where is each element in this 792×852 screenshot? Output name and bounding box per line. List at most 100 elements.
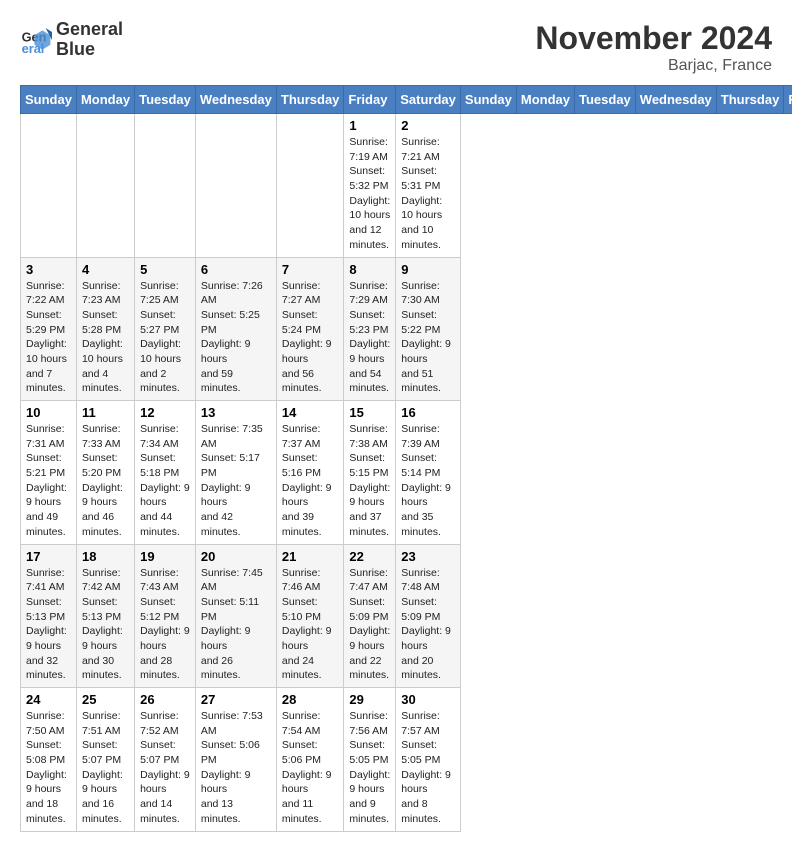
day-info: Sunrise: 7:38 AM Sunset: 5:15 PM Dayligh… — [349, 422, 390, 540]
day-header-sunday: Sunday — [460, 86, 516, 114]
day-cell: 26Sunrise: 7:52 AM Sunset: 5:07 PM Dayli… — [135, 688, 196, 832]
day-header-friday: Friday — [344, 86, 396, 114]
day-cell: 28 Sunrise: 7:54 AM Sunset: 5:06 PM Dayli… — [276, 688, 344, 832]
day-info: Sunrise: 7:26 AM Sunset: 5:25 PM Dayligh… — [201, 279, 271, 397]
day-number: 25 — [82, 692, 129, 707]
day-cell — [135, 114, 196, 258]
day-header-tuesday: Tuesday — [135, 86, 196, 114]
day-number: 4 — [82, 262, 129, 277]
day-header-tuesday: Tuesday — [575, 86, 636, 114]
day-header-wednesday: Wednesday — [195, 86, 276, 114]
location: Barjac, France — [535, 57, 772, 75]
day-number: 1 — [349, 118, 390, 133]
logo-text-line1: General — [56, 20, 123, 40]
calendar-table: SundayMondayTuesdayWednesdayThursdayFrid… — [20, 85, 792, 832]
day-info: Sunrise: 7:31 AM Sunset: 5:21 PM Dayligh… — [26, 422, 71, 540]
day-number: 22 — [349, 549, 390, 564]
day-header-monday: Monday — [516, 86, 574, 114]
day-info: Sunrise: 7:39 AM Sunset: 5:14 PM Dayligh… — [401, 422, 455, 540]
day-cell: 23Sunrise: 7:48 AM Sunset: 5:09 PM Dayli… — [396, 544, 461, 688]
day-cell: 29Sunrise: 7:56 AM Sunset: 5:05 PM Dayli… — [344, 688, 396, 832]
day-info: Sunrise: 7:35 AM Sunset: 5:17 PM Dayligh… — [201, 422, 271, 540]
day-number: 29 — [349, 692, 390, 707]
day-cell: 22 Sunrise: 7:47 AM Sunset: 5:09 PM Dayli… — [344, 544, 396, 688]
day-number: 8 — [349, 262, 390, 277]
day-cell: 13 Sunrise: 7:35 AM Sunset: 5:17 PM Dayli… — [195, 401, 276, 545]
title-section: November 2024 Barjac, France — [535, 20, 772, 75]
day-cell: 16 Sunrise: 7:39 AM Sunset: 5:14 PM Dayli… — [396, 401, 461, 545]
day-header-sunday: Sunday — [21, 86, 77, 114]
day-info: Sunrise: 7:51 AM Sunset: 5:07 PM Dayligh… — [82, 709, 129, 827]
day-info: Sunrise: 7:53 AM Sunset: 5:06 PM Dayligh… — [201, 709, 271, 827]
calendar-header-row: SundayMondayTuesdayWednesdayThursdayFrid… — [21, 86, 792, 114]
day-info: Sunrise: 7:42 AM Sunset: 5:13 PM Dayligh… — [82, 566, 129, 684]
day-cell: 24Sunrise: 7:50 AM Sunset: 5:08 PM Dayli… — [21, 688, 77, 832]
day-cell: 1 Sunrise: 7:19 AM Sunset: 5:32 PM Daylig… — [344, 114, 396, 258]
day-info: Sunrise: 7:43 AM Sunset: 5:12 PM Dayligh… — [140, 566, 190, 684]
day-number: 13 — [201, 405, 271, 420]
day-cell: 21 Sunrise: 7:46 AM Sunset: 5:10 PM Dayli… — [276, 544, 344, 688]
day-number: 28 — [282, 692, 339, 707]
day-info: Sunrise: 7:47 AM Sunset: 5:09 PM Dayligh… — [349, 566, 390, 684]
day-info: Sunrise: 7:34 AM Sunset: 5:18 PM Dayligh… — [140, 422, 190, 540]
day-number: 19 — [140, 549, 190, 564]
day-number: 23 — [401, 549, 455, 564]
day-number: 3 — [26, 262, 71, 277]
page-header: Gen eral General Blue November 2024 Barj… — [20, 20, 772, 75]
day-number: 18 — [82, 549, 129, 564]
day-cell: 18 Sunrise: 7:42 AM Sunset: 5:13 PM Dayli… — [76, 544, 134, 688]
week-row-4: 17Sunrise: 7:41 AM Sunset: 5:13 PM Dayli… — [21, 544, 792, 688]
day-cell: 5Sunrise: 7:25 AM Sunset: 5:27 PM Daylig… — [135, 257, 196, 401]
day-header-friday: Friday — [784, 86, 792, 114]
day-cell: 11Sunrise: 7:33 AM Sunset: 5:20 PM Dayli… — [76, 401, 134, 545]
day-number: 2 — [401, 118, 455, 133]
day-header-monday: Monday — [76, 86, 134, 114]
week-row-3: 10 Sunrise: 7:31 AM Sunset: 5:21 PM Dayli… — [21, 401, 792, 545]
day-info: Sunrise: 7:57 AM Sunset: 5:05 PM Dayligh… — [401, 709, 455, 827]
day-number: 11 — [82, 405, 129, 420]
day-number: 10 — [26, 405, 71, 420]
week-row-2: 3 Sunrise: 7:22 AM Sunset: 5:29 PM Daylig… — [21, 257, 792, 401]
day-number: 17 — [26, 549, 71, 564]
day-cell — [195, 114, 276, 258]
day-info: Sunrise: 7:46 AM Sunset: 5:10 PM Dayligh… — [282, 566, 339, 684]
day-cell: 19 Sunrise: 7:43 AM Sunset: 5:12 PM Dayli… — [135, 544, 196, 688]
day-info: Sunrise: 7:27 AM Sunset: 5:24 PM Dayligh… — [282, 279, 339, 397]
day-number: 21 — [282, 549, 339, 564]
logo: Gen eral General Blue — [20, 20, 123, 60]
day-number: 7 — [282, 262, 339, 277]
day-cell: 20Sunrise: 7:45 AM Sunset: 5:11 PM Dayli… — [195, 544, 276, 688]
logo-text-line2: Blue — [56, 40, 123, 60]
day-cell — [76, 114, 134, 258]
day-info: Sunrise: 7:29 AM Sunset: 5:23 PM Dayligh… — [349, 279, 390, 397]
day-number: 12 — [140, 405, 190, 420]
day-cell: 30Sunrise: 7:57 AM Sunset: 5:05 PM Dayli… — [396, 688, 461, 832]
day-number: 20 — [201, 549, 271, 564]
day-info: Sunrise: 7:19 AM Sunset: 5:32 PM Dayligh… — [349, 135, 390, 253]
day-cell: 8 Sunrise: 7:29 AM Sunset: 5:23 PM Daylig… — [344, 257, 396, 401]
logo-icon: Gen eral — [20, 24, 52, 56]
day-cell: 7 Sunrise: 7:27 AM Sunset: 5:24 PM Daylig… — [276, 257, 344, 401]
day-cell: 4 Sunrise: 7:23 AM Sunset: 5:28 PM Daylig… — [76, 257, 134, 401]
day-cell: 3 Sunrise: 7:22 AM Sunset: 5:29 PM Daylig… — [21, 257, 77, 401]
day-cell: 10 Sunrise: 7:31 AM Sunset: 5:21 PM Dayli… — [21, 401, 77, 545]
day-cell: 17Sunrise: 7:41 AM Sunset: 5:13 PM Dayli… — [21, 544, 77, 688]
day-info: Sunrise: 7:22 AM Sunset: 5:29 PM Dayligh… — [26, 279, 71, 397]
day-cell: 15Sunrise: 7:38 AM Sunset: 5:15 PM Dayli… — [344, 401, 396, 545]
day-number: 16 — [401, 405, 455, 420]
day-header-thursday: Thursday — [276, 86, 344, 114]
day-cell: 2Sunrise: 7:21 AM Sunset: 5:31 PM Daylig… — [396, 114, 461, 258]
day-info: Sunrise: 7:50 AM Sunset: 5:08 PM Dayligh… — [26, 709, 71, 827]
day-info: Sunrise: 7:52 AM Sunset: 5:07 PM Dayligh… — [140, 709, 190, 827]
day-cell — [276, 114, 344, 258]
day-info: Sunrise: 7:23 AM Sunset: 5:28 PM Dayligh… — [82, 279, 129, 397]
day-cell: 27Sunrise: 7:53 AM Sunset: 5:06 PM Dayli… — [195, 688, 276, 832]
day-header-thursday: Thursday — [716, 86, 784, 114]
day-number: 14 — [282, 405, 339, 420]
day-info: Sunrise: 7:54 AM Sunset: 5:06 PM Dayligh… — [282, 709, 339, 827]
day-info: Sunrise: 7:30 AM Sunset: 5:22 PM Dayligh… — [401, 279, 455, 397]
day-cell: 25 Sunrise: 7:51 AM Sunset: 5:07 PM Dayli… — [76, 688, 134, 832]
day-cell: 6Sunrise: 7:26 AM Sunset: 5:25 PM Daylig… — [195, 257, 276, 401]
day-cell: 9 Sunrise: 7:30 AM Sunset: 5:22 PM Daylig… — [396, 257, 461, 401]
day-number: 9 — [401, 262, 455, 277]
